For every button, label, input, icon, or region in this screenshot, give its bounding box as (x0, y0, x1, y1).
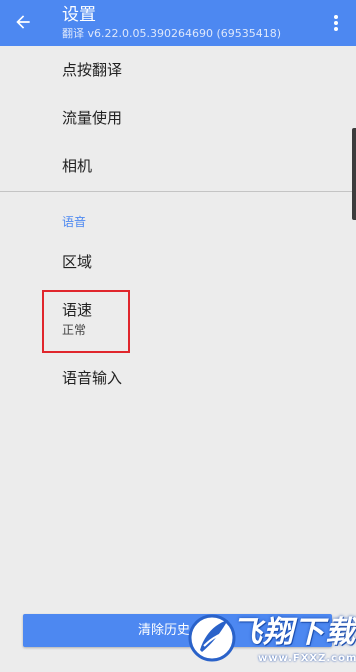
arrow-back-icon (16, 15, 30, 29)
more-vert-icon (334, 15, 338, 31)
section-divider (0, 191, 356, 192)
app-version-subtitle: 翻译 v6.22.0.05.390264690 (69535418) (62, 27, 282, 40)
setting-region[interactable]: 区域 (0, 238, 356, 286)
more-options-button[interactable] (322, 8, 350, 38)
setting-label: 语速 (62, 301, 93, 319)
setting-label: 区域 (62, 253, 93, 271)
voice-section-header: 语音 (62, 215, 87, 229)
back-button[interactable] (6, 5, 40, 39)
setting-voice-input[interactable]: 语音输入 (0, 354, 356, 402)
clear-history-label: 清除历史 (138, 623, 191, 638)
setting-tap-to-translate[interactable]: 点按翻译 (0, 46, 356, 94)
scrollbar[interactable] (352, 128, 356, 220)
app-bar: 设置 翻译 v6.22.0.05.390264690 (69535418) (0, 0, 356, 46)
setting-speech-rate[interactable]: 语速 正常 (0, 290, 356, 352)
setting-label: 流量使用 (62, 109, 123, 127)
setting-value: 正常 (62, 323, 87, 337)
setting-label: 点按翻译 (62, 61, 123, 79)
setting-data-usage[interactable]: 流量使用 (0, 94, 356, 142)
setting-label: 相机 (62, 157, 93, 175)
setting-camera[interactable]: 相机 (0, 142, 356, 190)
clear-history-button[interactable]: 清除历史 (23, 614, 332, 647)
setting-label: 语音输入 (62, 369, 123, 387)
watermark-url: www.FXXZ.com (258, 653, 356, 664)
page-title: 设置 (62, 5, 96, 25)
